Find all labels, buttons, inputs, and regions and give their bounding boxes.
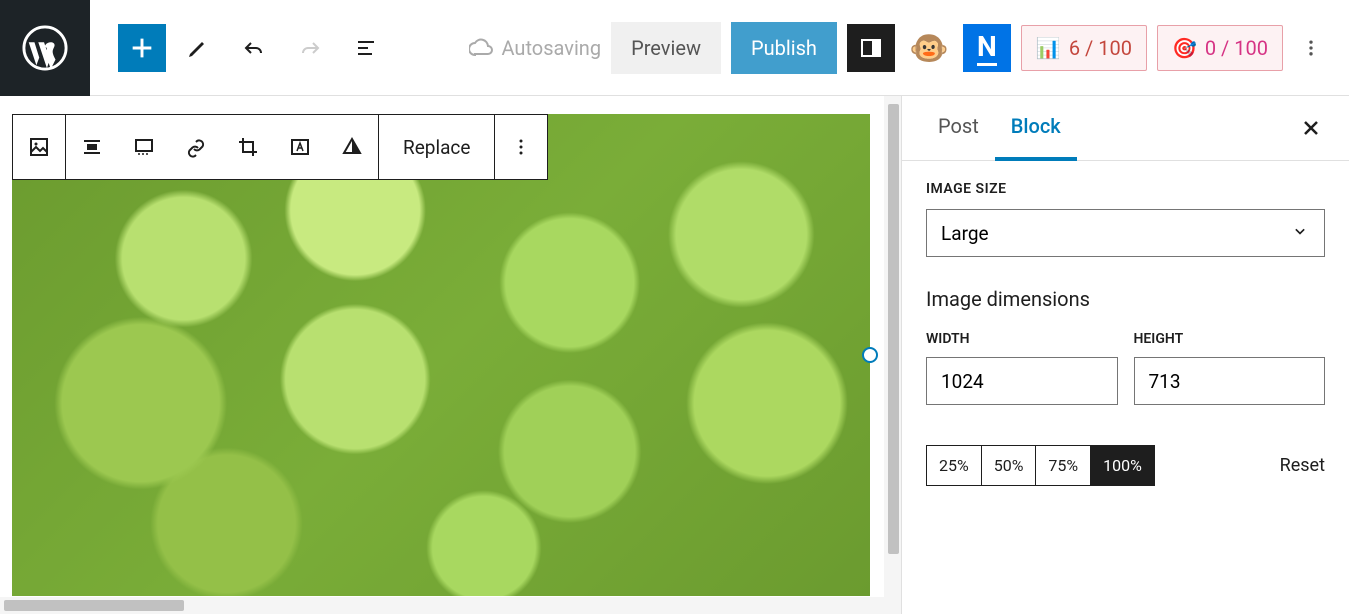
image-block[interactable]: [12, 114, 870, 596]
settings-sidebar: Post Block IMAGE SIZE Large Image dimens…: [901, 96, 1349, 614]
image-size-select[interactable]: Large: [926, 209, 1325, 257]
redo-button: [286, 24, 334, 72]
height-label: HEIGHT: [1134, 331, 1326, 347]
close-sidebar-button[interactable]: [1293, 110, 1329, 146]
add-block-button[interactable]: [118, 24, 166, 72]
duotone-button[interactable]: [326, 115, 378, 179]
wordpress-logo[interactable]: [0, 0, 90, 96]
replace-button[interactable]: Replace: [379, 115, 495, 179]
preview-button[interactable]: Preview: [611, 22, 721, 74]
pct-25-button[interactable]: 25%: [927, 446, 982, 485]
align-button[interactable]: [66, 115, 118, 179]
plugin-n-button[interactable]: N: [963, 24, 1011, 72]
chevron-down-icon: [1290, 221, 1310, 246]
image-size-label: IMAGE SIZE: [926, 181, 1325, 197]
block-toolbar: Replace: [12, 114, 548, 180]
height-input[interactable]: [1134, 357, 1326, 405]
link-button[interactable]: [170, 115, 222, 179]
document-outline-button[interactable]: [342, 24, 390, 72]
resize-handle-right[interactable]: [862, 347, 878, 363]
dimensions-heading: Image dimensions: [926, 287, 1325, 311]
readability-badge[interactable]: 🎯 0 / 100: [1157, 25, 1283, 71]
edit-tool-button[interactable]: [174, 24, 222, 72]
publish-button[interactable]: Publish: [731, 22, 837, 74]
target-icon: 🎯: [1172, 36, 1197, 60]
seo-score-badge[interactable]: 📊 6 / 100: [1021, 25, 1147, 71]
canvas-horizontal-scrollbar[interactable]: [0, 597, 884, 614]
rankmath-button[interactable]: 🐵: [905, 24, 953, 72]
crop-button[interactable]: [222, 115, 274, 179]
tab-post[interactable]: Post: [922, 96, 995, 161]
caption-button[interactable]: [118, 115, 170, 179]
pct-75-button[interactable]: 75%: [1036, 446, 1091, 485]
undo-button[interactable]: [230, 24, 278, 72]
percentage-buttons: 25% 50% 75% 100%: [926, 445, 1155, 486]
pct-100-button[interactable]: 100%: [1091, 446, 1154, 485]
seo-icon: 📊: [1036, 36, 1061, 60]
pct-50-button[interactable]: 50%: [982, 446, 1037, 485]
text-overlay-button[interactable]: [274, 115, 326, 179]
width-input[interactable]: [926, 357, 1118, 405]
tab-block[interactable]: Block: [995, 96, 1077, 161]
block-more-button[interactable]: [495, 115, 547, 179]
editor-canvas[interactable]: Replace: [0, 96, 901, 614]
width-label: WIDTH: [926, 331, 1118, 347]
block-type-button[interactable]: [13, 115, 65, 179]
content-image[interactable]: [12, 114, 870, 596]
options-menu-button[interactable]: [1293, 24, 1329, 72]
settings-panel-button[interactable]: [847, 24, 895, 72]
canvas-vertical-scrollbar[interactable]: [884, 96, 901, 614]
autosave-status: Autosaving: [469, 36, 601, 60]
reset-button[interactable]: Reset: [1280, 455, 1325, 476]
